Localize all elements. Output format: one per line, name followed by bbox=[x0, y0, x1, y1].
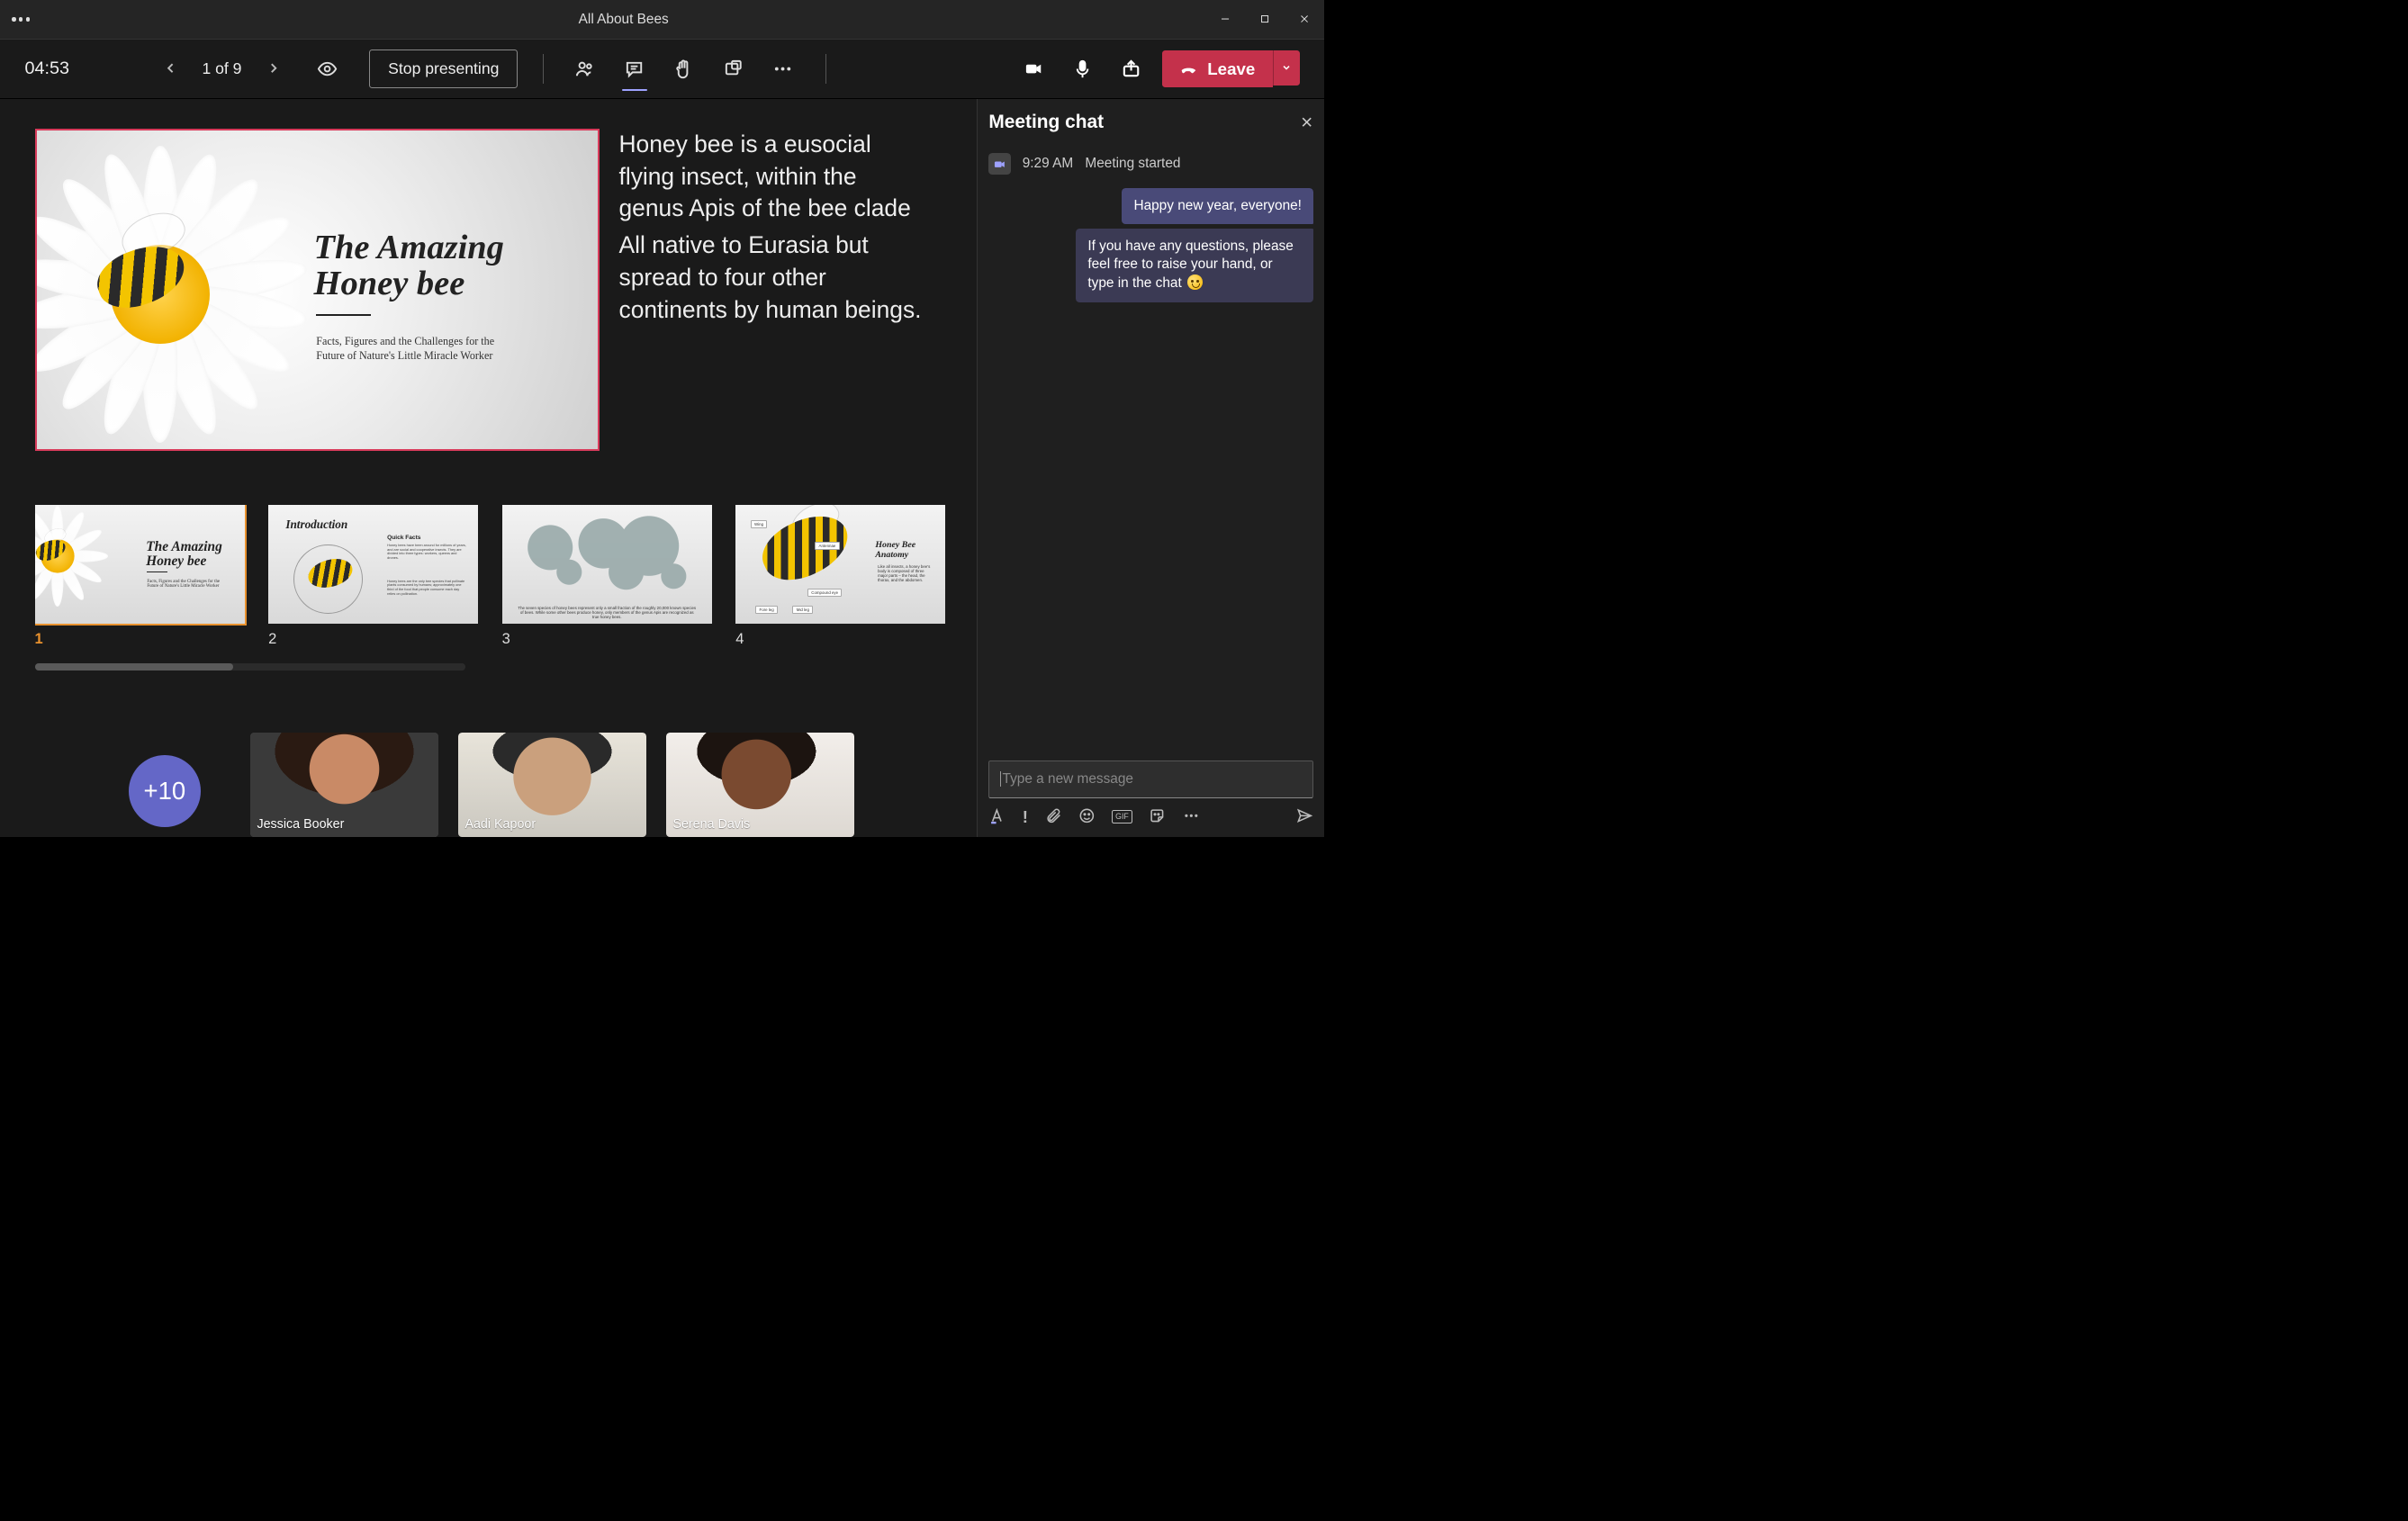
chevron-left-icon bbox=[164, 61, 177, 75]
meeting-chat-panel: Meeting chat 9:29 AM Meeting started Hap… bbox=[978, 99, 1324, 837]
close-icon bbox=[1299, 14, 1310, 24]
minimize-icon bbox=[1220, 14, 1231, 24]
overflow-participants-badge[interactable]: +10 bbox=[129, 755, 201, 827]
thumbnail-3[interactable]: The seven species of honey bees represen… bbox=[502, 505, 712, 624]
emoji-button[interactable] bbox=[1078, 807, 1096, 826]
prev-slide-button[interactable] bbox=[158, 56, 182, 81]
raise-hand-icon bbox=[673, 58, 694, 79]
priority-button[interactable]: ! bbox=[1023, 807, 1028, 827]
reactions-button[interactable] bbox=[667, 51, 702, 86]
sticker-icon bbox=[1149, 807, 1166, 824]
leave-button[interactable]: Leave bbox=[1162, 50, 1273, 88]
participants-strip: +10 Jessica Booker Aadi Kapoor Serena Da… bbox=[129, 733, 854, 837]
mic-button[interactable] bbox=[1065, 51, 1100, 86]
chat-button[interactable] bbox=[618, 51, 653, 86]
presenter-view-button[interactable] bbox=[310, 51, 345, 86]
meeting-started-time: 9:29 AM bbox=[1023, 156, 1073, 172]
thumbnail-number: 1 bbox=[35, 631, 245, 648]
rooms-button[interactable] bbox=[717, 51, 752, 86]
more-compose-button[interactable] bbox=[1183, 807, 1200, 826]
titlebar: All About Bees bbox=[0, 0, 1324, 40]
chat-input[interactable]: Type a new message bbox=[988, 760, 1313, 798]
window-title: All About Bees bbox=[579, 12, 669, 28]
participant-name: Jessica Booker bbox=[257, 817, 344, 832]
leave-label: Leave bbox=[1207, 59, 1255, 79]
app-menu-button[interactable] bbox=[5, 13, 37, 26]
slide-subtitle: Facts, Figures and the Challenges for th… bbox=[316, 334, 524, 364]
send-button[interactable] bbox=[1296, 807, 1313, 826]
ellipsis-icon bbox=[1183, 807, 1200, 824]
flower-graphic bbox=[35, 129, 344, 451]
chat-message[interactable]: Happy new year, everyone! bbox=[1122, 188, 1313, 225]
maximize-icon bbox=[1259, 14, 1270, 24]
thumbnail-number: 3 bbox=[502, 631, 712, 648]
emoji-icon bbox=[1078, 807, 1096, 824]
sticker-button[interactable] bbox=[1149, 807, 1166, 826]
meeting-timer: 04:53 bbox=[25, 58, 70, 79]
mic-icon bbox=[1072, 58, 1093, 79]
participant-tile[interactable]: Aadi Kapoor bbox=[458, 733, 646, 837]
meeting-started-info: 9:29 AM Meeting started bbox=[988, 153, 1313, 175]
minimize-button[interactable] bbox=[1211, 7, 1240, 32]
close-chat-button[interactable] bbox=[1300, 115, 1313, 130]
hangup-icon bbox=[1179, 59, 1198, 78]
leave-options-button[interactable] bbox=[1273, 50, 1300, 86]
thumbnail-2[interactable]: Introduction Quick Facts Honey bees have… bbox=[268, 505, 478, 624]
chat-message[interactable]: If you have any questions, please feel f… bbox=[1076, 229, 1313, 302]
thumbnails-scrollbar[interactable] bbox=[35, 663, 466, 670]
participant-tile[interactable]: Serena Davis bbox=[666, 733, 854, 837]
thumbnail-number: 4 bbox=[735, 631, 945, 648]
chat-compose-toolbar: ! GIF bbox=[988, 807, 1313, 827]
camera-badge-icon bbox=[988, 153, 1010, 175]
chevron-down-icon bbox=[1281, 62, 1292, 73]
participant-name: Aadi Kapoor bbox=[464, 817, 536, 832]
participant-tile[interactable]: Jessica Booker bbox=[250, 733, 438, 837]
thumbnail-1[interactable]: The Amazing Honey bee Facts, Figures and… bbox=[35, 505, 245, 624]
speaker-notes: Honey bee is a eusocial flying insect, w… bbox=[619, 129, 926, 451]
notes-paragraph: Honey bee is a eusocial flying insect, w… bbox=[619, 129, 926, 225]
current-slide[interactable]: The Amazing Honey bee Facts, Figures and… bbox=[35, 129, 600, 451]
paperclip-icon bbox=[1045, 807, 1062, 824]
breakout-icon bbox=[723, 58, 744, 79]
slide-thumbnails: The Amazing Honey bee Facts, Figures and… bbox=[35, 505, 962, 652]
send-icon bbox=[1296, 807, 1313, 824]
chat-icon bbox=[624, 58, 645, 79]
participant-name: Serena Davis bbox=[672, 817, 750, 832]
more-actions-button[interactable] bbox=[766, 51, 801, 86]
gif-button[interactable]: GIF bbox=[1112, 810, 1132, 823]
maximize-button[interactable] bbox=[1250, 7, 1280, 32]
presentation-area: The Amazing Honey bee Facts, Figures and… bbox=[0, 99, 978, 837]
chevron-right-icon bbox=[266, 61, 280, 75]
slide-title: The Amazing Honey bee bbox=[314, 230, 504, 302]
format-button[interactable] bbox=[988, 807, 1006, 826]
next-slide-button[interactable] bbox=[261, 56, 284, 81]
smile-emoji-icon bbox=[1187, 274, 1203, 290]
notes-paragraph: All native to Eurasia but spread to four… bbox=[619, 230, 926, 326]
people-icon bbox=[574, 58, 595, 79]
camera-button[interactable] bbox=[1016, 51, 1051, 86]
attach-button[interactable] bbox=[1045, 807, 1062, 826]
meeting-started-label: Meeting started bbox=[1085, 156, 1180, 172]
people-button[interactable] bbox=[568, 51, 603, 86]
stop-presenting-button[interactable]: Stop presenting bbox=[369, 50, 518, 88]
ellipsis-icon bbox=[772, 58, 793, 79]
chat-title: Meeting chat bbox=[988, 112, 1104, 133]
share-tray-icon bbox=[1121, 58, 1141, 79]
format-icon bbox=[988, 807, 1006, 824]
close-icon bbox=[1300, 115, 1313, 129]
thumbnail-number: 2 bbox=[268, 631, 478, 648]
thumbnail-4[interactable]: Honey Bee Anatomy Like all insects, a ho… bbox=[735, 505, 945, 624]
camera-icon bbox=[1024, 58, 1044, 79]
divider bbox=[543, 54, 544, 84]
eye-icon bbox=[317, 58, 338, 79]
divider bbox=[825, 54, 826, 84]
share-button[interactable] bbox=[1114, 51, 1149, 86]
slide-counter: 1 of 9 bbox=[202, 59, 241, 78]
meeting-toolbar: 04:53 1 of 9 Stop presenting bbox=[0, 40, 1324, 99]
close-window-button[interactable] bbox=[1290, 7, 1320, 32]
